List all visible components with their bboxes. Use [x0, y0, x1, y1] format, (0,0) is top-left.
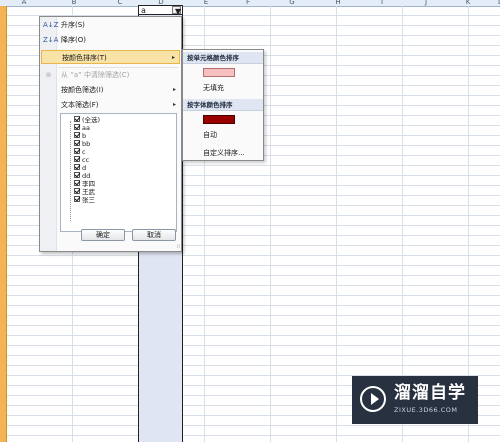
sort-by-color-submenu: 按单元格颜色排序 无填充 按字体颜色排序 自动 自定义排序...: [182, 49, 264, 161]
list-item-label: (全选): [82, 116, 101, 124]
no-fill-option[interactable]: 无填充: [203, 83, 224, 93]
menu-item-label: 从 “a” 中清除筛选(C): [61, 71, 130, 79]
list-item-label: bb: [82, 140, 91, 148]
checkbox[interactable]: [74, 132, 80, 138]
submenu-arrow-icon: ▸: [171, 54, 175, 61]
watermark-url: ZIXUE.3D66.COM: [394, 406, 458, 414]
list-item-label: c: [82, 148, 86, 156]
checkbox[interactable]: [74, 164, 80, 170]
submenu-arrow-icon: ▸: [172, 86, 176, 93]
menu-item-sort-ascending[interactable]: A↓Z 升序(S): [41, 18, 180, 32]
list-item-label: 张三: [82, 196, 95, 204]
sort-ascending-icon: A↓Z: [43, 21, 59, 29]
checkbox[interactable]: [74, 156, 80, 162]
list-item-label: 王武: [82, 188, 95, 196]
list-item[interactable]: aa: [74, 124, 90, 132]
menu-item-sort-descending[interactable]: Z↓A 降序(O): [41, 33, 180, 47]
filter-values-list[interactable]: (全选) aa b bb c cc d dd 李四 王武 张三: [60, 113, 177, 232]
watermark: 溜溜自学 ZIXUE.3D66.COM: [352, 376, 478, 424]
list-item[interactable]: 张三: [74, 196, 95, 204]
list-item-label: 李四: [82, 180, 95, 188]
menu-item-label: 升序(S): [61, 21, 85, 29]
watermark-title: 溜溜自学: [394, 383, 466, 403]
checkbox[interactable]: [74, 172, 80, 178]
resize-grip-icon[interactable]: ⁞⁞: [177, 244, 180, 250]
menu-item-text-filter[interactable]: 文本筛选(F) ▸: [41, 98, 180, 112]
play-logo-icon: [360, 386, 386, 412]
checkbox[interactable]: [74, 188, 80, 194]
list-item-label: b: [82, 132, 87, 140]
list-item[interactable]: bb: [74, 140, 90, 148]
list-item-label: cc: [82, 156, 90, 164]
list-item[interactable]: c: [74, 148, 86, 156]
active-cell[interactable]: a ▼: [138, 5, 183, 16]
list-item[interactable]: dd: [74, 172, 90, 180]
menu-item-label: 按颜色排序(T): [62, 54, 107, 62]
checkbox[interactable]: [74, 124, 80, 130]
tree-connector: [70, 121, 72, 221]
ok-button[interactable]: 确定: [81, 229, 125, 241]
cell-color-swatch[interactable]: [203, 68, 235, 77]
menu-item-filter-by-color[interactable]: 按颜色筛选(I) ▸: [41, 83, 180, 97]
list-item[interactable]: d: [74, 164, 86, 172]
row-header-strip[interactable]: [0, 6, 7, 442]
clear-filter-icon: ⊗: [45, 71, 52, 79]
menu-item-clear-filter[interactable]: ⊗ 从 “a” 中清除筛选(C): [41, 68, 180, 82]
custom-sort-option[interactable]: 自定义排序...: [203, 148, 245, 158]
checkbox[interactable]: [74, 180, 80, 186]
menu-item-sort-by-color[interactable]: 按颜色排序(T) ▸: [41, 50, 180, 64]
list-item[interactable]: b: [74, 132, 86, 140]
menu-item-label: 文本筛选(F): [61, 101, 99, 109]
font-color-swatch[interactable]: [203, 115, 235, 124]
sort-descending-icon: Z↓A: [43, 36, 59, 44]
cancel-button[interactable]: 取消: [132, 229, 176, 241]
list-item-label: aa: [82, 124, 90, 132]
list-item-label: dd: [82, 172, 91, 180]
filter-dropdown-button[interactable]: ▼: [172, 6, 182, 16]
checkbox[interactable]: [74, 116, 80, 122]
checkbox[interactable]: [74, 148, 80, 154]
list-item[interactable]: cc: [74, 156, 89, 164]
checkbox[interactable]: [74, 196, 80, 202]
submenu-arrow-icon: ▸: [172, 101, 176, 108]
cell-color-header: 按单元格颜色排序: [183, 52, 263, 64]
checkbox[interactable]: [74, 140, 80, 146]
font-color-header: 按字体颜色排序: [183, 99, 263, 111]
autofilter-menu: A↓Z 升序(S) Z↓A 降序(O) 按颜色排序(T) ▸ ⊗ 从 “a” 中…: [39, 16, 182, 252]
menu-item-label: 按颜色筛选(I): [61, 86, 104, 94]
chevron-down-icon: ▼: [175, 7, 182, 16]
menu-item-label: 降序(O): [61, 36, 86, 44]
list-item-label: d: [82, 164, 87, 172]
automatic-option[interactable]: 自动: [203, 130, 217, 140]
active-cell-value: a: [141, 6, 146, 15]
